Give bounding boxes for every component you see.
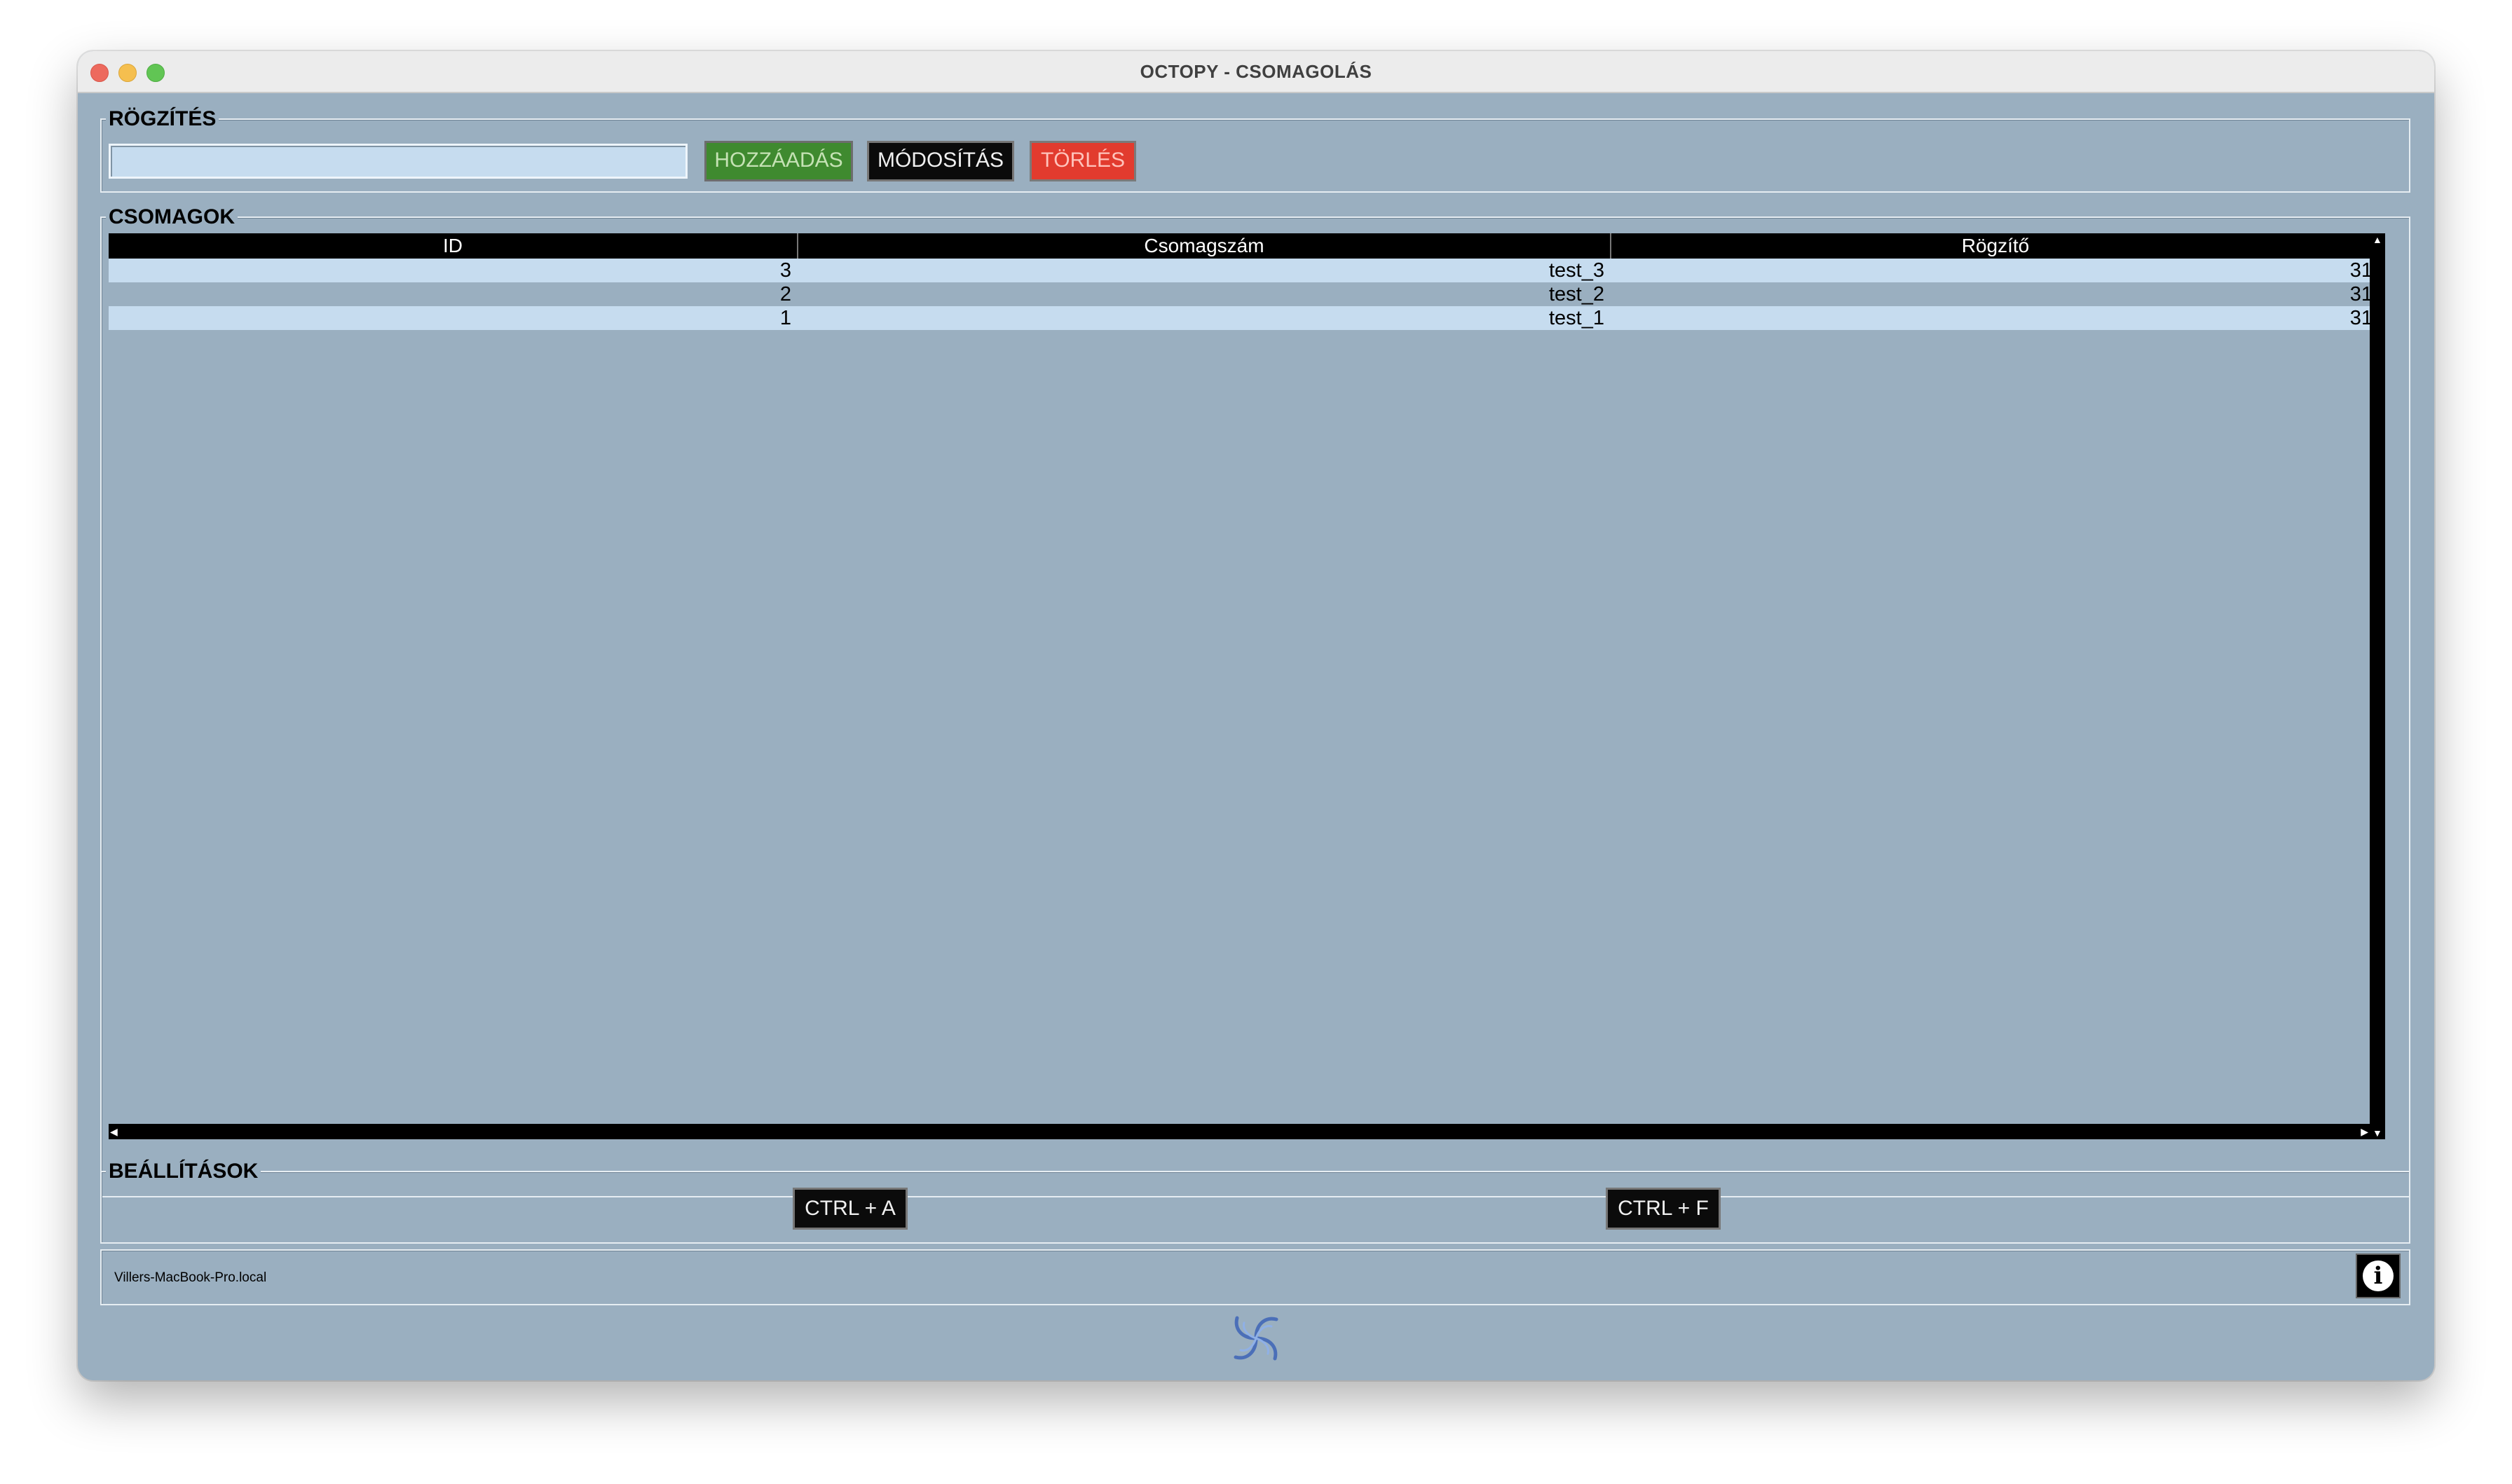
window-title: OCTOPY - CSOMAGOLÁS (1140, 61, 1372, 82)
title-bar: OCTOPY - CSOMAGOLÁS (78, 51, 2434, 93)
delete-button[interactable]: TÖRLÉS (1030, 141, 1136, 181)
cell-id: 1 (779, 307, 791, 329)
scroll-right-arrow-icon[interactable]: ▶ (2361, 1127, 2368, 1136)
csomagok-group-label: CSOMAGOK (106, 207, 238, 228)
table-row[interactable]: 1 test_1 31 (109, 306, 2380, 330)
ctrl-a-button[interactable]: CTRL + A (793, 1188, 908, 1230)
app-window: OCTOPY - CSOMAGOLÁS RÖGZÍTÉS HOZZÁADÁS M… (78, 51, 2434, 1380)
info-icon: i (2363, 1260, 2394, 1291)
package-number-input[interactable] (109, 144, 688, 179)
vertical-scrollbar[interactable]: ▲ ▼ (2370, 233, 2385, 1139)
modify-button[interactable]: MÓDOSÍTÁS (867, 141, 1014, 181)
rogzites-group-label: RÖGZÍTÉS (106, 109, 219, 130)
cell-csomagszam: test_3 (1549, 259, 1604, 282)
scroll-down-arrow-icon[interactable]: ▼ (2373, 1128, 2382, 1138)
info-button[interactable]: i (2356, 1253, 2401, 1298)
scroll-left-arrow-icon[interactable]: ◀ (110, 1127, 118, 1136)
table-header: ID Csomagszám Rögzítő (109, 233, 2380, 259)
cell-csomagszam: test_2 (1549, 283, 1604, 305)
cell-rogzito: 31 (2349, 283, 2373, 305)
cell-rogzito: 31 (2349, 259, 2373, 282)
column-header-id[interactable]: ID (109, 233, 798, 259)
column-header-rogzito[interactable]: Rögzítő (1611, 233, 2380, 259)
add-button[interactable]: HOZZÁADÁS (704, 141, 853, 181)
table-row[interactable]: 3 test_3 31 (109, 259, 2380, 282)
column-header-csomagszam[interactable]: Csomagszám (798, 233, 1611, 259)
cell-csomagszam: test_1 (1549, 307, 1604, 329)
cell-rogzito: 31 (2349, 307, 2373, 329)
beallitasok-group-label: BEÁLLÍTÁSOK (106, 1161, 261, 1182)
packages-table: ID Csomagszám Rögzítő 3 test_3 31 2 test… (109, 233, 2385, 1139)
octopy-swirl-logo (1234, 1316, 1278, 1361)
beallitasok-group: BEÁLLÍTÁSOK (100, 1161, 2410, 1244)
scroll-up-arrow-icon[interactable]: ▲ (2373, 235, 2382, 245)
cell-id: 2 (779, 283, 791, 305)
table-row[interactable]: 2 test_2 31 (109, 282, 2380, 306)
status-group (100, 1249, 2410, 1305)
hostname-label: Villers-MacBook-Pro.local (114, 1270, 267, 1285)
horizontal-scrollbar[interactable]: ◀ ▶ (109, 1124, 2370, 1139)
ctrl-f-button[interactable]: CTRL + F (1606, 1188, 1721, 1230)
cell-id: 3 (779, 259, 791, 282)
